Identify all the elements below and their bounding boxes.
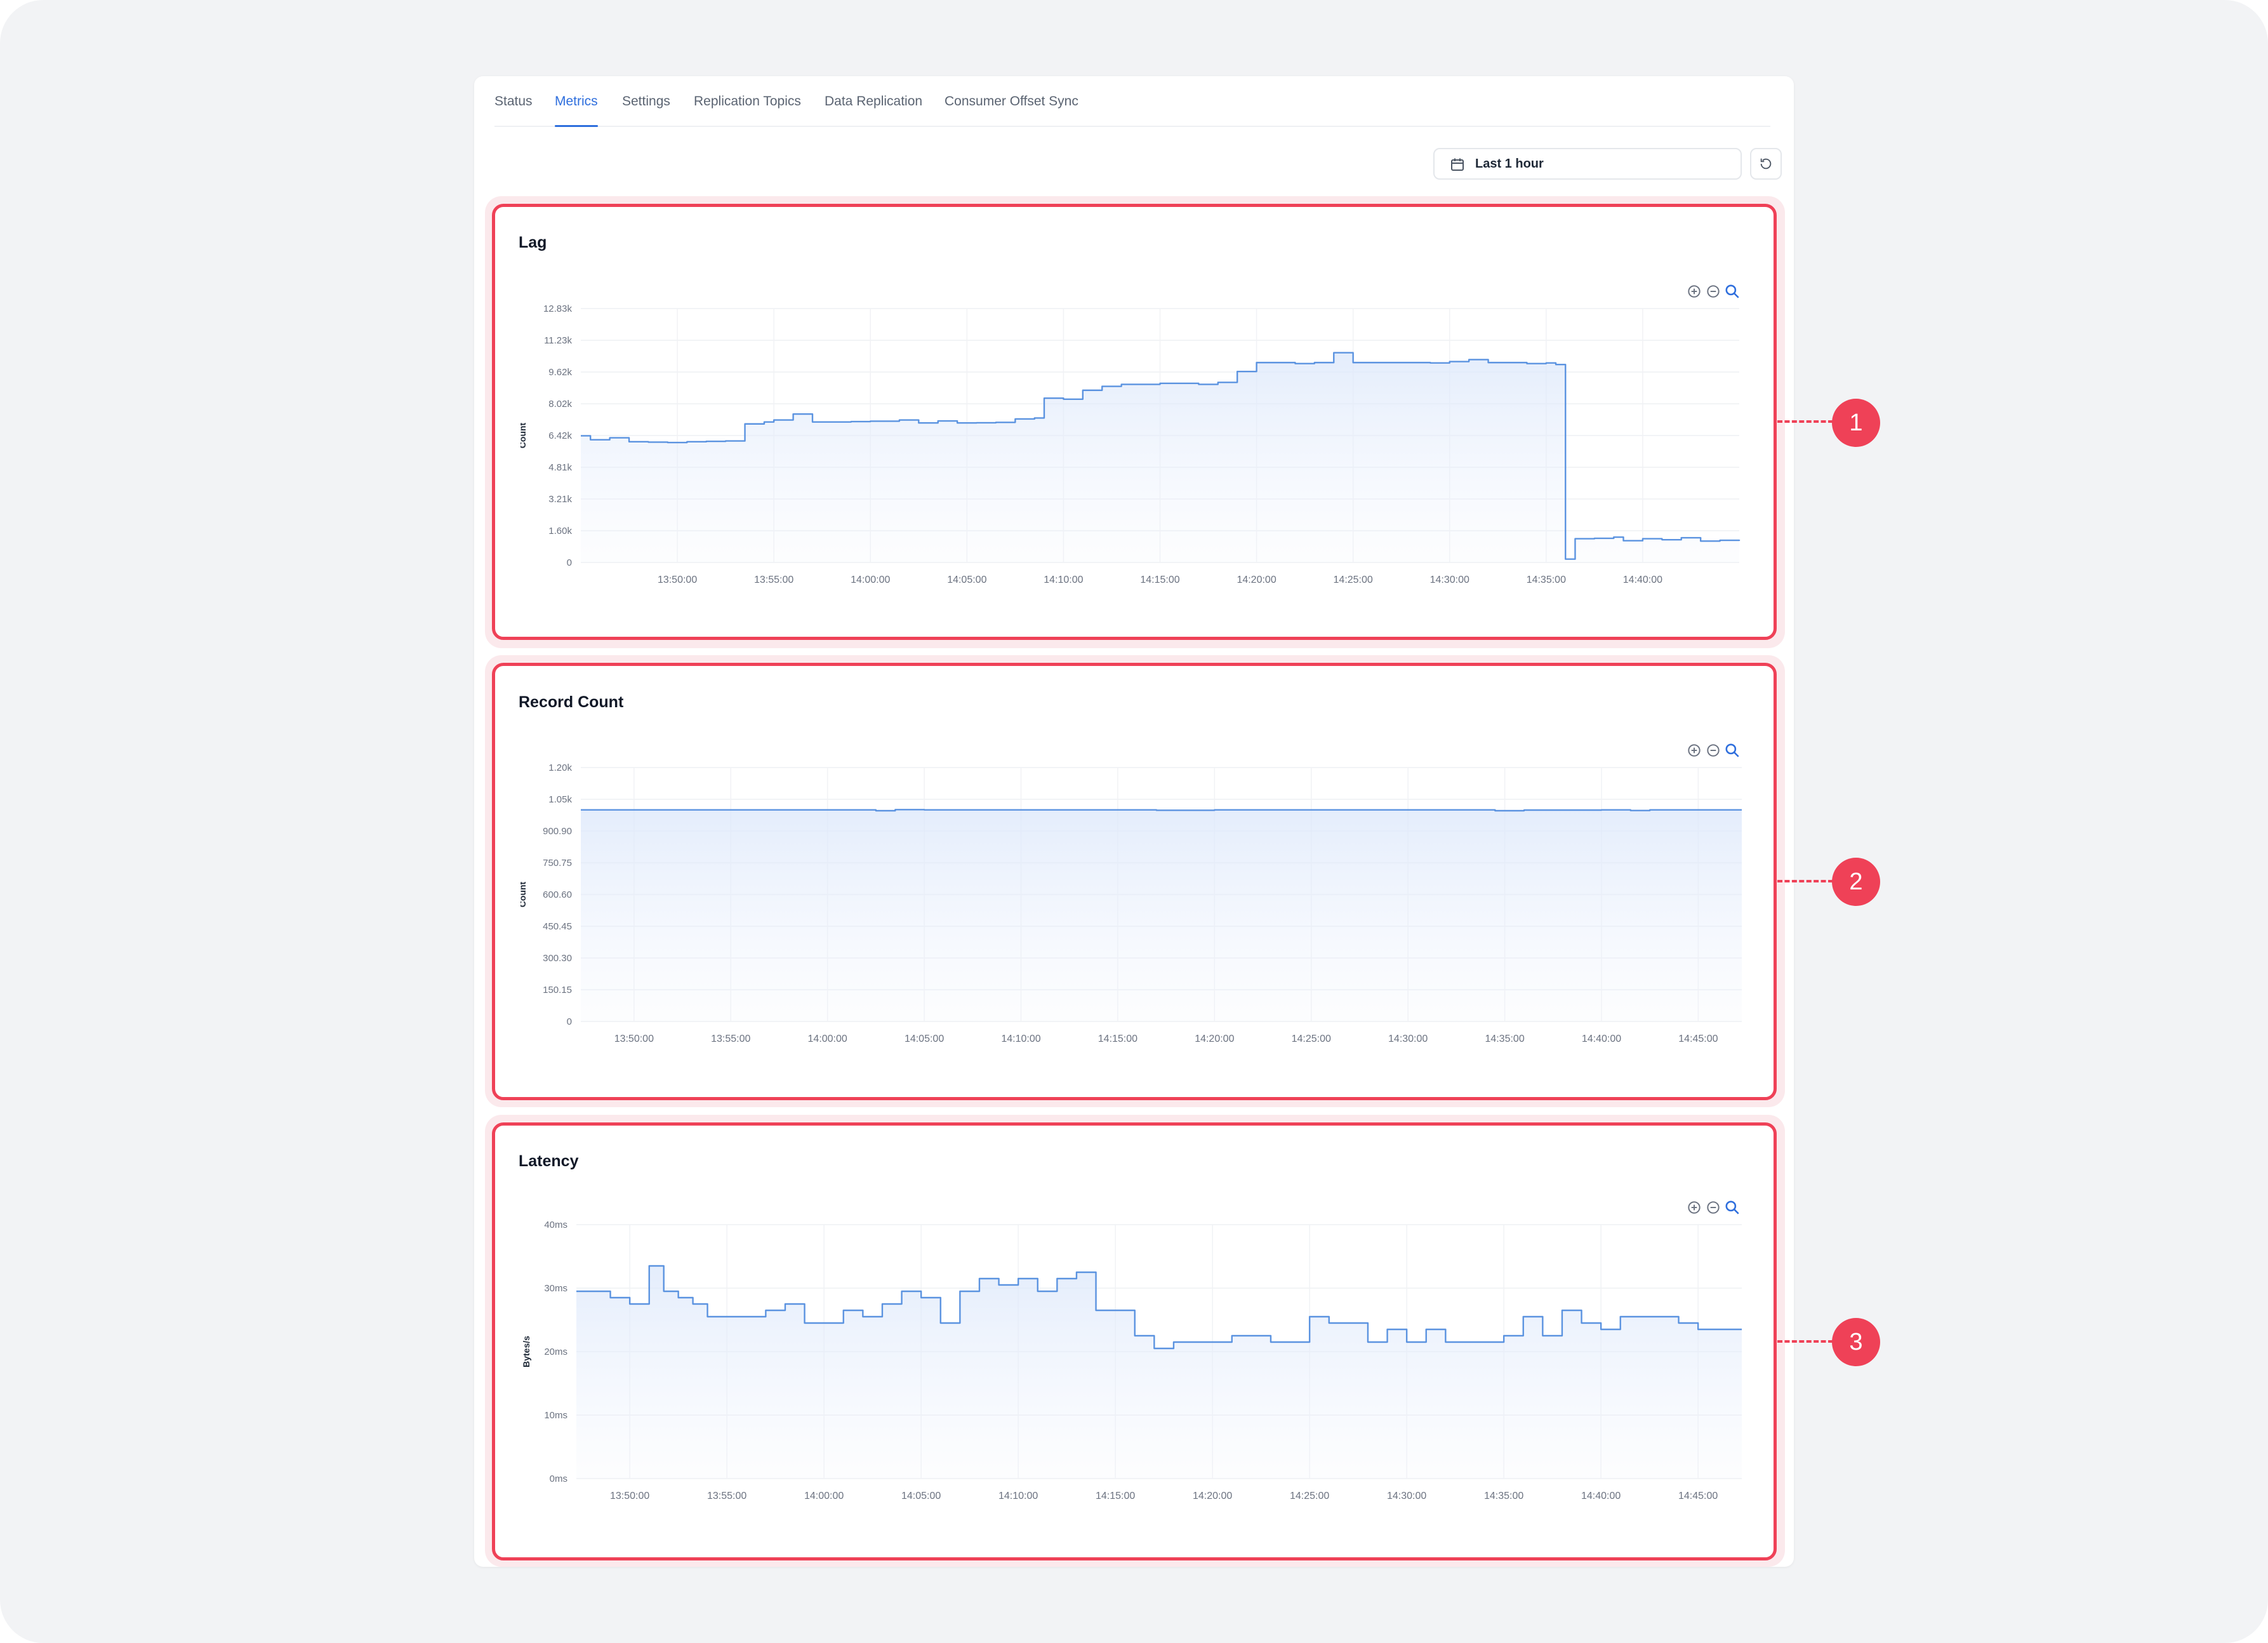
x-tick-label: 14:25:00 (1292, 1034, 1331, 1044)
zoom-reset-icon[interactable] (1724, 742, 1741, 759)
record-count-chart: 0 150.15 300.30 450.45 600.60 750.75 900.90 1.0… (521, 762, 1742, 1044)
refresh-button[interactable] (1750, 148, 1782, 180)
x-tick-label: 14:35:00 (1484, 1491, 1523, 1501)
y-tick-label: 30ms (544, 1283, 567, 1294)
y-tick-label: 9.62k (548, 367, 572, 378)
x-tick-label: 13:50:00 (614, 1034, 654, 1044)
y-tick-label: 1.60k (548, 526, 572, 536)
zoom-out-icon[interactable] (1705, 1199, 1721, 1216)
x-tick-label: 14:30:00 (1387, 1491, 1426, 1501)
callout-line-3 (1777, 1340, 1833, 1343)
x-tick-label: 14:25:00 (1334, 575, 1373, 585)
y-axis-title: Count (521, 422, 527, 448)
callout-badge-2: 2 (1832, 858, 1880, 906)
tab-settings[interactable]: Settings (622, 89, 670, 126)
x-tick-label: 14:05:00 (905, 1034, 944, 1044)
x-tick-label: 14:05:00 (947, 575, 986, 585)
y-tick-label: 3.21k (548, 494, 572, 505)
x-tick-label: 14:20:00 (1237, 575, 1276, 585)
y-axis-title: Count (521, 881, 527, 907)
y-tick-label: 600.60 (543, 889, 572, 900)
x-tick-label: 13:50:00 (610, 1491, 649, 1501)
series-line (581, 809, 1742, 812)
y-tick-label: 1.20k (548, 762, 572, 773)
x-tick-label: 14:00:00 (804, 1491, 844, 1501)
lag-chart: 0 1.60k 3.21k 4.81k 6.42k 8.02k 9.62k 11.23k 12.… (521, 303, 1741, 585)
y-tick-label: 12.83k (543, 303, 573, 314)
x-tick-label: 14:40:00 (1581, 1491, 1621, 1501)
y-tick-label: 10ms (544, 1410, 567, 1421)
x-tick-label: 14:15:00 (1096, 1491, 1135, 1501)
y-tick-label: 150.15 (543, 985, 572, 995)
x-tick-label: 14:15:00 (1140, 575, 1179, 585)
callout-badge-3: 3 (1832, 1318, 1880, 1366)
x-tick-label: 14:35:00 (1485, 1034, 1524, 1044)
y-tick-label: 300.30 (543, 953, 572, 964)
y-tick-label: 900.90 (543, 826, 572, 837)
time-range-label: Last 1 hour (1475, 157, 1544, 171)
x-tick-label: 13:55:00 (707, 1491, 746, 1501)
series-area (581, 809, 1742, 1021)
callout-line-2 (1777, 880, 1833, 882)
zoom-in-icon[interactable] (1686, 742, 1702, 759)
y-axis-title: Bytes/s (521, 1336, 531, 1367)
x-tick-label: 14:00:00 (851, 575, 890, 585)
x-tick-label: 13:55:00 (754, 575, 793, 585)
tab-replication-topics[interactable]: Replication Topics (694, 89, 801, 126)
latency-chart-title: Latency (519, 1152, 579, 1170)
x-tick-label: 14:00:00 (808, 1034, 847, 1044)
callout-line-1 (1777, 420, 1833, 423)
zoom-in-icon[interactable] (1686, 1199, 1702, 1216)
zoom-reset-icon[interactable] (1724, 283, 1741, 300)
refresh-icon (1760, 158, 1772, 170)
series-area (576, 1266, 1742, 1479)
x-tick-label: 13:55:00 (711, 1034, 750, 1044)
y-tick-label: 0ms (550, 1473, 567, 1484)
latency-chart: 0ms 10ms 20ms 30ms 40ms 13:50:00 13:55:00 14:00… (521, 1220, 1742, 1501)
y-tick-label: 750.75 (543, 858, 572, 868)
zoom-reset-icon[interactable] (1724, 1199, 1741, 1216)
callout-badge-1: 1 (1832, 399, 1880, 447)
x-tick-label: 14:10:00 (998, 1491, 1038, 1501)
y-tick-label: 6.42k (548, 430, 572, 441)
x-tick-label: 14:45:00 (1678, 1034, 1718, 1044)
zoom-out-icon[interactable] (1705, 742, 1721, 759)
y-tick-label: 20ms (544, 1347, 567, 1357)
tab-status[interactable]: Status (494, 89, 533, 126)
lag-chart-title: Lag (519, 234, 547, 251)
x-tick-label: 14:15:00 (1098, 1034, 1137, 1044)
calendar-icon (1450, 157, 1465, 172)
x-tick-label: 14:30:00 (1430, 575, 1469, 585)
y-tick-label: 0 (567, 557, 572, 568)
tab-consumer-offset-sync[interactable]: Consumer Offset Sync (945, 89, 1078, 126)
tab-bar: Status Metrics Settings Replication Topi… (494, 89, 1770, 127)
x-tick-label: 14:25:00 (1290, 1491, 1329, 1501)
y-tick-label: 4.81k (548, 462, 572, 473)
time-range-picker[interactable]: Last 1 hour (1433, 148, 1742, 180)
tab-data-replication[interactable]: Data Replication (825, 89, 922, 126)
y-tick-label: 450.45 (543, 921, 572, 932)
y-tick-label: 11.23k (544, 335, 572, 346)
y-tick-label: 0 (567, 1016, 572, 1027)
x-tick-label: 14:40:00 (1582, 1034, 1621, 1044)
y-tick-label: 1.05k (548, 794, 572, 805)
x-tick-label: 14:20:00 (1195, 1034, 1234, 1044)
x-tick-label: 14:05:00 (901, 1491, 941, 1501)
x-tick-label: 14:10:00 (1044, 575, 1083, 585)
x-tick-label: 14:45:00 (1678, 1491, 1718, 1501)
zoom-in-icon[interactable] (1686, 283, 1702, 300)
x-tick-label: 14:20:00 (1193, 1491, 1232, 1501)
x-tick-label: 14:40:00 (1623, 575, 1662, 585)
record-count-chart-title: Record Count (519, 693, 624, 711)
y-tick-label: 40ms (544, 1220, 567, 1230)
zoom-out-icon[interactable] (1705, 283, 1721, 300)
tab-metrics[interactable]: Metrics (555, 89, 598, 127)
x-tick-label: 14:30:00 (1388, 1034, 1428, 1044)
y-tick-label: 8.02k (548, 399, 572, 409)
x-tick-label: 13:50:00 (658, 575, 697, 585)
x-tick-label: 14:10:00 (1001, 1034, 1040, 1044)
x-tick-label: 14:35:00 (1527, 575, 1566, 585)
